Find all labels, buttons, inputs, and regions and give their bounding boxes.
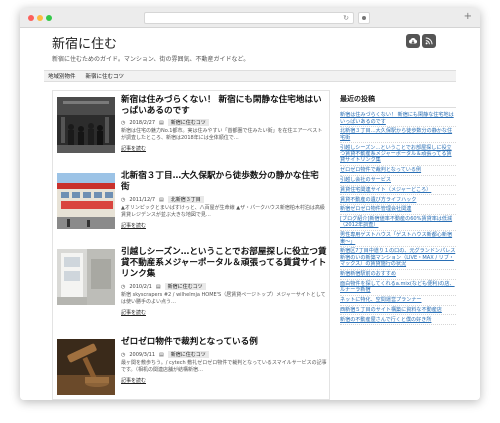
sidebar-link[interactable]: 引越しシーズン…ということでお部屋探しに役立つ賃貸不動産系メジャーポータル＆頑張… xyxy=(340,143,456,166)
sidebar-link[interactable]: 賃貸不動産の遺び方ライフハック xyxy=(340,195,456,206)
post-item: 新宿は住みづらくない！ 新宿にも閑静な住宅地はいっぱいあるのです ◷ 2018/… xyxy=(57,95,327,171)
read-more-link[interactable]: 記事を読む xyxy=(121,145,146,152)
post-category[interactable]: 北新宿３丁目 xyxy=(167,196,204,203)
sidebar-link[interactable]: 新宿の不動産屋さんで行くと僕の好き所 xyxy=(340,315,456,326)
post-list: 新宿は住みづらくない！ 新宿にも閑静な住宅地はいっぱいあるのです ◷ 2018/… xyxy=(52,90,330,400)
sidebar-heading: 最近の投稿 xyxy=(340,94,456,108)
close-window-button[interactable] xyxy=(28,15,34,21)
sidebar-link[interactable]: 北新宿３丁目…大久保駅から徒歩数分の静かな住宅街 xyxy=(340,127,456,144)
post-title[interactable]: ゼロゼロ物件で裁判となっている例 xyxy=(121,337,327,348)
nav-item-region-properties[interactable]: 地域別物件 xyxy=(48,72,76,80)
read-more-link[interactable]: 記事を読む xyxy=(121,377,146,384)
post-meta: ◷ 2010/2/1 ▤ 新宿に住むコツ xyxy=(121,283,206,290)
read-more-link[interactable]: 記事を読む xyxy=(121,309,146,316)
post-excerpt: ▲オリンピックとまいばすけっと、八百屋が生命線 ▲ザ・パークハウス新宿柏木村泊は… xyxy=(121,205,325,218)
sidebar-recent-posts: 最近の投稿 新宿は住みづらくない！ 新宿にも閑静な住宅地はいっぱいあるのです 北… xyxy=(340,94,456,400)
sidebar-link[interactable]: 面白物件を探してくれるa.mix(なども便利)の店、ルナーラ新宿 xyxy=(340,280,456,296)
sidebar-link[interactable]: 新宿新宿駅前のおすすめ xyxy=(340,270,456,280)
main-nav: 地域別物件 新宿に住むコツ xyxy=(44,70,456,82)
folder-icon: ▤ xyxy=(159,351,164,358)
post-date: 2018/2/27 xyxy=(129,119,156,126)
clock-icon: ◷ xyxy=(121,283,126,290)
new-tab-icon[interactable]: + xyxy=(464,11,472,23)
sidebar-link[interactable]: [ブログ紹介]新宿値率不動産の60%賃貸率は低減（2012年調査） xyxy=(340,215,456,232)
sidebar-link[interactable]: 西新宿５丁目のサイト構築に資料な不動産店 xyxy=(340,306,456,316)
sidebar-link[interactable]: 引越し会社のサービス xyxy=(340,176,456,186)
post-meta: ◷ 2009/3/11 ▤ 新宿に住むコツ xyxy=(121,351,209,358)
read-more-link[interactable]: 記事を読む xyxy=(121,222,146,229)
post-excerpt: 最ヶ関を敷歩ちう。/ cytech 敷礼ゼロゼロ物件で裁判となっているスマイルサ… xyxy=(121,360,327,373)
post-title[interactable]: 北新宿３丁目…大久保駅から徒歩数分の静かな住宅街 xyxy=(121,171,327,193)
site-description: 新宿に住むためのガイド。マンション、街の雰囲気、不動産ガイドなど。 xyxy=(52,56,250,63)
post-date: 2009/3/11 xyxy=(129,351,156,358)
sidebar-link[interactable]: 新宿ゼロゼロ物件管理会社関連 xyxy=(340,205,456,215)
folder-icon: ▤ xyxy=(159,196,164,203)
browser-toolbar: ↻ + xyxy=(20,8,480,28)
post-thumbnail[interactable] xyxy=(57,339,115,395)
sidebar-link[interactable]: 新宿は住みづらくない！ 新宿にも閑静な住宅地はいっぱいあるのです xyxy=(340,111,456,128)
post-title[interactable]: 引越しシーズン…ということでお部屋探しに役立つ賃貸不動産系メジャーポータル＆頑張… xyxy=(121,247,327,280)
post-title[interactable]: 新宿は住みづらくない！ 新宿にも閑静な住宅地はいっぱいあるのです xyxy=(121,95,327,117)
post-meta: ◷ 2011/12/7 ▤ 北新宿３丁目 xyxy=(121,196,204,203)
page-content: 新宿に住む 新宿に住むためのガイド。マンション、街の雰囲気、不動産ガイドなど。 … xyxy=(20,28,480,400)
site-title[interactable]: 新宿に住む xyxy=(52,33,117,52)
reload-icon[interactable]: ↻ xyxy=(343,13,349,23)
post-excerpt: 新宿 skyscrapers #2 / wilhelmja HOME'S（居賃貸… xyxy=(121,292,326,305)
post-category[interactable]: 新宿に住むコツ xyxy=(167,119,209,126)
minimize-window-button[interactable] xyxy=(37,15,43,21)
header-icons xyxy=(406,34,436,48)
post-meta: ◷ 2018/2/27 ▤ 新宿に住むコツ xyxy=(121,119,209,126)
post-item: ゼロゼロ物件で裁判となっている例 ◷ 2009/3/11 ▤ 新宿に住むコツ 最… xyxy=(57,337,327,400)
sidebar-link[interactable]: 賃貸住宅関連サイト（メジャーどころ） xyxy=(340,186,456,196)
post-thumbnail[interactable] xyxy=(57,249,115,305)
extension-icon xyxy=(362,16,366,20)
clock-icon: ◷ xyxy=(121,196,126,203)
sidebar-link[interactable]: 男性専用ゲストハウス「ゲストハウス新都心新宿東～」 xyxy=(340,231,456,248)
post-item: 北新宿３丁目…大久保駅から徒歩数分の静かな住宅街 ◷ 2011/12/7 ▤ 北… xyxy=(57,171,327,247)
post-excerpt: 新宿は住宅の魅力No.1都市。実は住みやすい「首都圏で住みたい街」を在住エアーベ… xyxy=(121,128,323,141)
post-thumbnail[interactable] xyxy=(57,173,115,229)
browser-window: ↻ + 新宿に住む 新宿に住むためのガイド。マンション、街の雰囲気、不動産ガイド… xyxy=(20,8,480,400)
address-bar[interactable]: ↻ xyxy=(144,12,354,24)
post-category[interactable]: 新宿に住むコツ xyxy=(164,283,206,290)
post-date: 2010/2/1 xyxy=(129,283,152,290)
post-date: 2011/12/7 xyxy=(129,196,156,203)
folder-icon: ▤ xyxy=(155,283,161,290)
cloud-download-icon[interactable] xyxy=(406,34,420,48)
post-category[interactable]: 新宿に住むコツ xyxy=(167,351,209,358)
post-thumbnail[interactable] xyxy=(57,97,115,153)
sidebar-link[interactable]: ネットに特化、空間運営プランナー xyxy=(340,296,456,306)
extension-button[interactable] xyxy=(358,12,370,24)
nav-item-living-tips[interactable]: 新宿に住むコツ xyxy=(86,72,125,80)
clock-icon: ◷ xyxy=(121,119,126,126)
sidebar-link[interactable]: 新宿区7丁目中道り１の口の、元グランドンパレス新宿のいの新築マンション（LIVE… xyxy=(340,247,456,270)
folder-icon: ▤ xyxy=(159,119,164,126)
maximize-window-button[interactable] xyxy=(46,15,52,21)
sidebar-link[interactable]: ゼロゼロ物件で裁判となっている例 xyxy=(340,166,456,176)
rss-icon[interactable] xyxy=(422,34,436,48)
clock-icon: ◷ xyxy=(121,351,126,358)
post-item: 引越しシーズン…ということでお部屋探しに役立つ賃貸不動産系メジャーポータル＆頑張… xyxy=(57,247,327,339)
